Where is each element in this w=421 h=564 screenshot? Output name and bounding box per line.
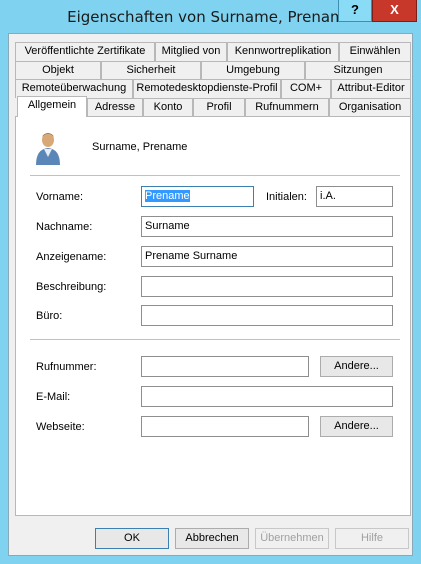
tab-attribute-editor[interactable]: Attribut-Editor [331, 79, 411, 98]
tab-address[interactable]: Adresse [87, 98, 143, 117]
initialen-field[interactable]: i.A. [316, 186, 393, 207]
webseite-label: Webseite: [36, 421, 85, 433]
tab-environment[interactable]: Umgebung [201, 61, 305, 80]
email-label: E-Mail: [36, 391, 71, 403]
nachname-label: Nachname: [36, 221, 93, 233]
separator-top [30, 175, 400, 176]
email-field[interactable] [141, 386, 393, 407]
separator-middle [30, 339, 400, 340]
tab-remote-desktop-profile[interactable]: Remotedesktopdienste-Profil [133, 79, 281, 98]
user-icon [36, 133, 60, 165]
rufnummer-label: Rufnummer: [36, 361, 97, 373]
tab-com-plus[interactable]: COM+ [281, 79, 331, 98]
apply-button[interactable]: Übernehmen [255, 528, 329, 549]
beschreibung-field[interactable] [141, 276, 393, 297]
vorname-field[interactable]: Prename [141, 186, 254, 207]
tab-profile[interactable]: Profil [193, 98, 245, 117]
buero-label: Büro: [36, 310, 63, 322]
general-tab-panel: Surname, Prename Vorname: Prename Initia… [15, 116, 411, 516]
title-bar[interactable]: Eigenschaften von Surname, Prename ? X [0, 0, 421, 33]
anzeigename-field[interactable]: Prename Surname [141, 246, 393, 267]
tab-published-certificates[interactable]: Veröffentlichte Zertifikate [15, 42, 155, 61]
beschreibung-label: Beschreibung: [36, 281, 107, 293]
tab-security[interactable]: Sicherheit [101, 61, 201, 80]
tab-password-replication[interactable]: Kennwortreplikation [227, 42, 339, 61]
ok-button[interactable]: OK [95, 528, 169, 549]
vorname-label: Vorname: [36, 191, 84, 203]
tab-account[interactable]: Konto [143, 98, 193, 117]
tab-dial-in[interactable]: Einwählen [339, 42, 411, 61]
tab-member-of[interactable]: Mitglied von [155, 42, 227, 61]
vorname-selected-text: Prename [145, 190, 190, 202]
dialog-client-area: Veröffentlichte Zertifikate Mitglied von… [8, 33, 413, 556]
tab-general[interactable]: Allgemein [17, 96, 87, 117]
close-button[interactable]: X [372, 0, 417, 22]
properties-window: Eigenschaften von Surname, Prename ? X V… [0, 0, 421, 564]
display-header: Surname, Prename [92, 141, 188, 153]
tab-sessions[interactable]: Sitzungen [305, 61, 411, 80]
initialen-label: Initialen: [266, 191, 307, 203]
webseite-field[interactable] [141, 416, 309, 437]
help-button[interactable]: ? [338, 0, 372, 22]
buero-field[interactable] [141, 305, 393, 326]
cancel-button[interactable]: Abbrechen [175, 528, 249, 549]
webseite-andere-button[interactable]: Andere... [320, 416, 393, 437]
help-footer-button[interactable]: Hilfe [335, 528, 409, 549]
anzeigename-label: Anzeigename: [36, 251, 107, 263]
rufnummer-andere-button[interactable]: Andere... [320, 356, 393, 377]
tab-telephones[interactable]: Rufnummern [245, 98, 329, 117]
rufnummer-field[interactable] [141, 356, 309, 377]
nachname-field[interactable]: Surname [141, 216, 393, 237]
tab-organization[interactable]: Organisation [329, 98, 411, 117]
tab-object[interactable]: Objekt [15, 61, 101, 80]
